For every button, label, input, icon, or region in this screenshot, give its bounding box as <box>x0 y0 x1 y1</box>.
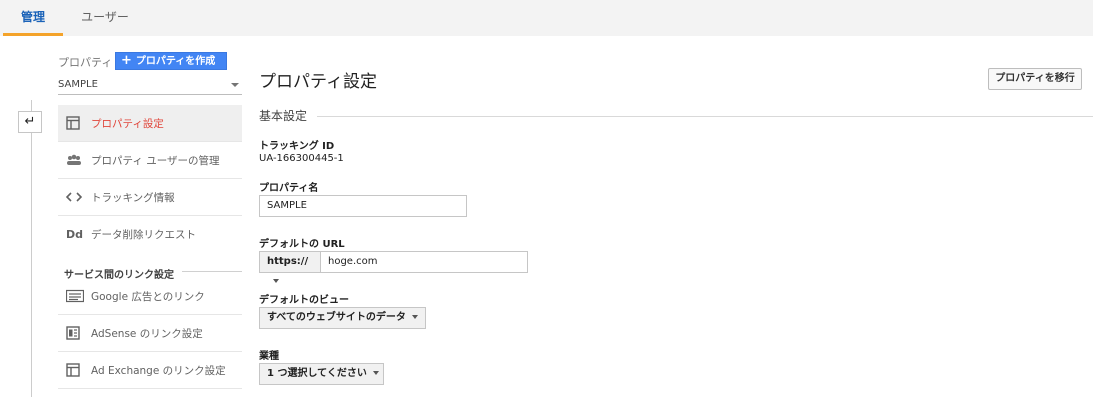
ads-icon <box>65 289 85 303</box>
create-property-label: プロパティを作成 <box>135 56 216 67</box>
property-selector[interactable]: SAMPLE <box>58 77 242 95</box>
tracking-id-label: トラッキング ID <box>259 141 335 152</box>
section-title-basic: 基本設定 <box>259 109 308 123</box>
sidebar-item-label: Google 広告とのリンク <box>91 291 205 303</box>
chevron-down-icon <box>411 315 418 319</box>
left-rail <box>0 36 48 397</box>
plus-icon: + <box>121 53 132 68</box>
url-protocol-select[interactable]: https:// <box>259 251 321 283</box>
back-arrow-icon: ↵ <box>24 114 36 129</box>
rail-divider <box>31 100 32 397</box>
sidebar-item-label: Ad Exchange のリンク設定 <box>91 365 226 377</box>
dd-icon: Dd <box>66 228 84 241</box>
section-divider <box>182 271 242 272</box>
tab-admin[interactable]: 管理 <box>3 0 63 36</box>
industry-label: 業種 <box>259 351 279 362</box>
industry-select[interactable]: 1 つ選択してください <box>259 363 384 385</box>
property-name-label: プロパティ名 <box>259 183 319 194</box>
back-button[interactable]: ↵ <box>18 111 42 133</box>
sidebar-item-ad-exchange[interactable]: Ad Exchange のリンク設定 <box>58 352 242 389</box>
industry-value: 1 つ選択してください <box>267 368 367 379</box>
tracking-id-value: UA-166300445-1 <box>259 153 344 164</box>
sidebar-item-property-user-management[interactable]: プロパティ ユーザーの管理 <box>58 142 242 179</box>
property-name-input[interactable]: SAMPLE <box>259 195 467 217</box>
sidebar-item-label: トラッキング情報 <box>91 192 175 204</box>
chevron-down-icon <box>231 83 239 87</box>
default-view-value: すべてのウェブサイトのデータ <box>267 312 406 323</box>
users-icon <box>66 153 81 167</box>
sidebar-item-label: AdSense のリンク設定 <box>91 328 203 340</box>
sidebar-item-label: データ削除リクエスト <box>91 229 196 241</box>
tab-users[interactable]: ユーザー <box>70 0 140 36</box>
layout-icon <box>66 116 81 130</box>
code-icon <box>65 190 83 204</box>
property-label: プロパティ <box>58 56 113 69</box>
default-view-label: デフォルトのビュー <box>259 295 349 306</box>
page-title: プロパティ設定 <box>259 72 377 92</box>
top-tab-bar: 管理 ユーザー <box>0 0 1093 36</box>
sidebar-item-tracking-info[interactable]: トラッキング情報 <box>58 179 242 216</box>
adexchange-icon <box>66 363 81 377</box>
chevron-down-icon <box>372 371 379 375</box>
default-url-label: デフォルトの URL <box>259 239 345 250</box>
create-property-button[interactable]: + プロパティを作成 <box>115 52 227 70</box>
default-url-input[interactable]: hoge.com <box>320 251 528 273</box>
sidebar-item-label: プロパティ設定 <box>91 118 164 130</box>
move-property-button[interactable]: プロパティを移行 <box>988 68 1082 90</box>
adsense-icon <box>66 326 81 340</box>
sidebar-item-property-settings[interactable]: プロパティ設定 <box>58 105 242 142</box>
sidebar-item-adsense[interactable]: AdSense のリンク設定 <box>58 315 242 352</box>
sidebar-item-data-deletion[interactable]: Dd データ削除リクエスト <box>58 216 242 253</box>
url-protocol-value: https:// <box>267 256 309 267</box>
sidebar-item-google-ads[interactable]: Google 広告とのリンク <box>58 278 242 315</box>
section-divider <box>317 116 1093 117</box>
selected-property: SAMPLE <box>58 79 98 90</box>
default-view-select[interactable]: すべてのウェブサイトのデータ <box>259 307 426 329</box>
sidebar-item-label: プロパティ ユーザーの管理 <box>91 155 220 167</box>
chevron-down-icon <box>273 279 279 283</box>
